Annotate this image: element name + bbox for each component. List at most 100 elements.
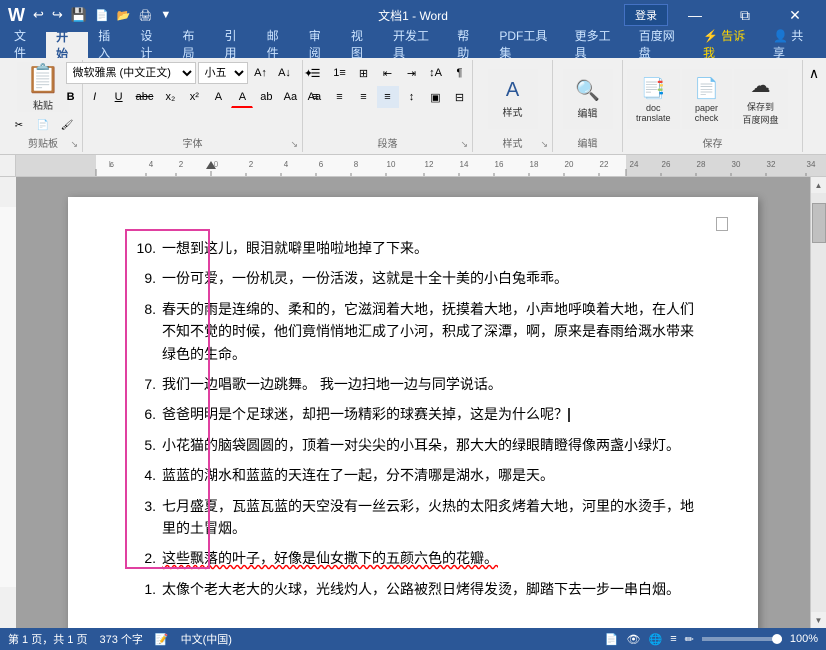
language-icon: 📝 bbox=[155, 633, 169, 646]
increase-indent-button[interactable]: ⇥ bbox=[401, 62, 423, 84]
ribbon-collapse-button[interactable]: ∧ bbox=[803, 62, 825, 84]
underline-button[interactable]: U bbox=[108, 86, 130, 108]
svg-text:10: 10 bbox=[387, 160, 396, 169]
bullets-button[interactable]: ☰ bbox=[305, 62, 327, 84]
web-icon[interactable]: 🌐 bbox=[649, 633, 663, 646]
zoom-thumb bbox=[772, 634, 782, 644]
font-expand-icon[interactable]: ↘ bbox=[290, 139, 298, 150]
text-color-button[interactable]: A bbox=[231, 86, 253, 108]
scroll-thumb[interactable] bbox=[812, 203, 826, 243]
svg-text:4: 4 bbox=[284, 160, 289, 169]
draft-icon[interactable]: ✏ bbox=[685, 633, 694, 646]
layout-icon[interactable]: 📄 bbox=[605, 633, 619, 646]
shading-button[interactable]: ▣ bbox=[425, 86, 447, 108]
line-spacing-button[interactable]: ↕ bbox=[401, 86, 423, 108]
item-text: 爸爸明明是个足球迷，却把一场精彩的球赛关掉，这是为什么呢？ bbox=[162, 403, 570, 425]
align-left-button[interactable]: ≡ bbox=[305, 86, 327, 108]
list-item: 10. 一想到这儿，眼泪就噼里啪啦地掉了下来。 bbox=[128, 237, 698, 259]
clipboard-expand-icon[interactable]: ↘ bbox=[70, 139, 78, 150]
tab-references[interactable]: 引用 bbox=[215, 30, 257, 58]
item-number: 10. bbox=[128, 237, 156, 259]
list-item: 6. 爸爸明明是个足球迷，却把一场精彩的球赛关掉，这是为什么呢？ bbox=[128, 403, 698, 425]
sort-button[interactable]: ↕A bbox=[425, 62, 447, 84]
decrease-indent-button[interactable]: ⇤ bbox=[377, 62, 399, 84]
close-button[interactable]: ✕ bbox=[772, 0, 818, 30]
svg-text:8: 8 bbox=[354, 160, 359, 169]
tab-developer[interactable]: 开发工具 bbox=[383, 30, 447, 58]
tab-mailings[interactable]: 邮件 bbox=[257, 30, 299, 58]
subscript-button[interactable]: x₂ bbox=[159, 86, 181, 108]
text-effect-button[interactable]: A bbox=[207, 86, 229, 108]
tab-help[interactable]: 帮助 bbox=[447, 30, 489, 58]
justify-button[interactable]: ≡ bbox=[377, 86, 399, 108]
font-color-button[interactable]: Aa bbox=[279, 86, 301, 108]
new-icon[interactable]: 📄 bbox=[95, 9, 109, 22]
border-button[interactable]: ⊟ bbox=[449, 86, 471, 108]
align-right-button[interactable]: ≡ bbox=[353, 86, 375, 108]
font-content: 微软雅黑 (中文正文) 小五 A↑ A↓ ✦ B I U abc x₂ x² A… bbox=[87, 60, 298, 136]
numbering-button[interactable]: 1≡ bbox=[329, 62, 351, 84]
cut-button[interactable]: ✂ bbox=[8, 114, 30, 136]
highlight-button[interactable]: ab bbox=[255, 86, 277, 108]
open-icon[interactable]: 📂 bbox=[117, 9, 131, 22]
tab-insert[interactable]: 插入 bbox=[88, 30, 130, 58]
tab-share[interactable]: 👤 共享 bbox=[763, 30, 822, 58]
doc-translate-button[interactable]: 📑 doc translate bbox=[627, 69, 680, 129]
undo-icon[interactable]: ↩ bbox=[33, 7, 44, 23]
font-grow-button[interactable]: A↑ bbox=[250, 62, 272, 84]
right-scrollbar[interactable]: ▲ ▼ bbox=[810, 177, 826, 628]
strikethrough-button[interactable]: abc bbox=[132, 86, 158, 108]
styles-button[interactable]: A 样式 bbox=[488, 69, 538, 129]
page-corner-mark bbox=[716, 217, 728, 231]
tab-layout[interactable]: 布局 bbox=[172, 30, 214, 58]
save-to-baidu-button[interactable]: ☁ 保存到 百度网盘 bbox=[734, 69, 788, 129]
tab-file[interactable]: 文件 bbox=[4, 30, 46, 58]
bold-button[interactable]: B bbox=[60, 86, 82, 108]
more-icon[interactable]: ▼ bbox=[160, 9, 171, 21]
svg-text:14: 14 bbox=[460, 160, 469, 169]
redo-icon[interactable]: ↪ bbox=[52, 7, 63, 23]
paragraph-expand-icon[interactable]: ↘ bbox=[460, 139, 468, 150]
print-icon[interactable]: 🖨 bbox=[138, 9, 152, 22]
scroll-track[interactable] bbox=[811, 193, 826, 612]
styles-expand-icon[interactable]: ↘ bbox=[540, 139, 548, 150]
minimize-button[interactable]: — bbox=[672, 0, 718, 30]
tab-home[interactable]: 开始 bbox=[46, 30, 88, 58]
login-button[interactable]: 登录 bbox=[624, 4, 668, 26]
edit-button[interactable]: 🔍 编辑 bbox=[563, 69, 613, 129]
item-text: 一份可爱，一份机灵，一份活泼，这就是十全十美的小白兔乖乖。 bbox=[162, 267, 568, 289]
save-icon[interactable]: 💾 bbox=[71, 7, 87, 23]
scroll-up-arrow[interactable]: ▲ bbox=[811, 177, 826, 193]
multilevel-list-button[interactable]: ⊞ bbox=[353, 62, 375, 84]
superscript-button[interactable]: x² bbox=[183, 86, 205, 108]
item-text: 这些飘落的叶子，好像是仙女撒下的五颜六色的花瓣。 bbox=[162, 547, 498, 569]
tab-more-tools[interactable]: 更多工具 bbox=[565, 30, 629, 58]
tab-pdf[interactable]: PDF工具集 bbox=[489, 30, 564, 58]
font-group: 微软雅黑 (中文正文) 小五 A↑ A↓ ✦ B I U abc x₂ x² A… bbox=[83, 60, 303, 152]
format-painter-button[interactable]: 🖌 bbox=[56, 114, 78, 136]
show-marks-button[interactable]: ¶ bbox=[449, 62, 471, 84]
font-family-select[interactable]: 微软雅黑 (中文正文) bbox=[66, 62, 196, 84]
window-title: 文档1 - Word bbox=[378, 7, 448, 24]
item-text: 小花猫的脑袋圆圆的，顶着一对尖尖的小耳朵，那大大的绿眼睛瞪得像两盏小绿灯。 bbox=[162, 434, 680, 456]
scroll-down-arrow[interactable]: ▼ bbox=[811, 612, 826, 628]
zoom-slider[interactable] bbox=[702, 637, 782, 641]
read-icon[interactable]: 👁 bbox=[627, 633, 641, 646]
tab-view[interactable]: 视图 bbox=[341, 30, 383, 58]
font-shrink-button[interactable]: A↓ bbox=[274, 62, 296, 84]
paper-check-button[interactable]: 📄 paper check bbox=[682, 69, 732, 129]
svg-text:34: 34 bbox=[807, 160, 816, 169]
align-center-button[interactable]: ≡ bbox=[329, 86, 351, 108]
scroll-area[interactable]: 10. 一想到这儿，眼泪就噼里啪啦地掉了下来。 9. 一份可爱，一份机灵，一份活… bbox=[16, 177, 810, 628]
tab-tell-me[interactable]: ⚡ 告诉我 bbox=[693, 30, 763, 58]
tab-design[interactable]: 设计 bbox=[130, 30, 172, 58]
tab-baidu[interactable]: 百度网盘 bbox=[629, 30, 693, 58]
copy-button[interactable]: 📄 bbox=[32, 114, 54, 136]
outline-icon[interactable]: ≡ bbox=[670, 633, 676, 645]
italic-button[interactable]: I bbox=[84, 86, 106, 108]
restore-button[interactable]: ⧉ bbox=[722, 0, 768, 30]
tab-review[interactable]: 审阅 bbox=[299, 30, 341, 58]
language-info: 中文(中国) bbox=[181, 631, 232, 647]
font-size-select[interactable]: 小五 bbox=[198, 62, 248, 84]
styles-content: A 样式 bbox=[477, 60, 548, 136]
